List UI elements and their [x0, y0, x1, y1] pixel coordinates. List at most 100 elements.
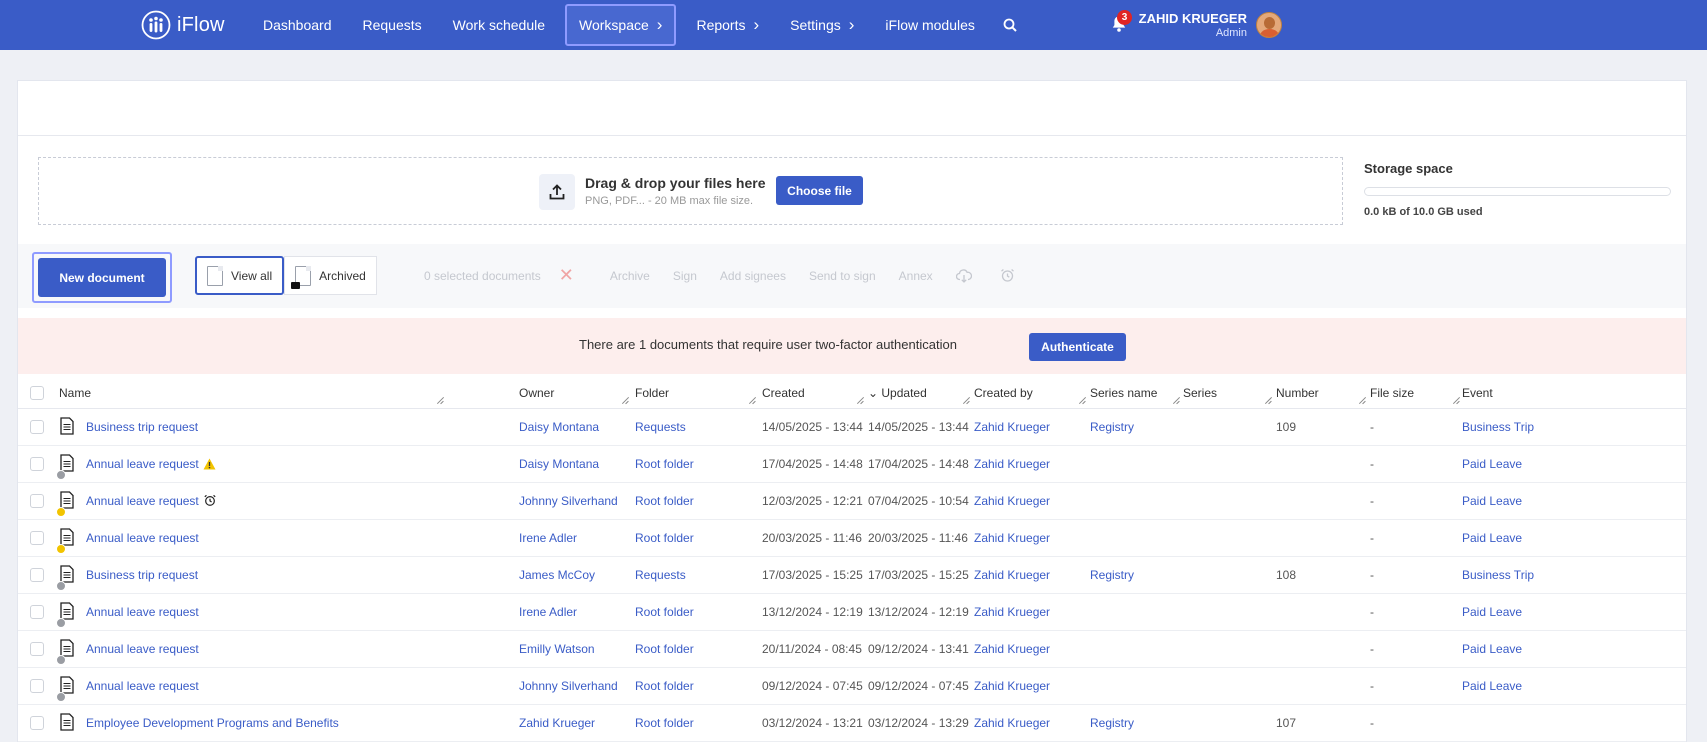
cell-folder[interactable]: Root folder: [635, 457, 694, 471]
row-checkbox[interactable]: [30, 605, 44, 619]
clear-selection-icon[interactable]: ✕: [559, 265, 574, 286]
cell-name[interactable]: Annual leave request: [86, 457, 216, 473]
cell-created-by[interactable]: Zahid Krueger: [974, 457, 1050, 471]
sign-action[interactable]: Sign: [673, 269, 697, 283]
cell-created-by[interactable]: Zahid Krueger: [974, 568, 1050, 582]
table-row[interactable]: Business trip request Daisy Montana Reques…: [18, 409, 1686, 446]
cell-created-by[interactable]: Zahid Krueger: [974, 716, 1050, 730]
cell-folder[interactable]: Requests: [635, 420, 686, 434]
cell-name[interactable]: Annual leave request: [86, 494, 217, 510]
table-row[interactable]: Annual leave request Irene Adler Root fold…: [18, 594, 1686, 631]
alarm-clock-icon[interactable]: [1000, 268, 1015, 283]
column-header-number[interactable]: Number: [1276, 386, 1319, 400]
column-resize-handle[interactable]: [962, 397, 970, 405]
cell-owner[interactable]: Zahid Krueger: [519, 716, 595, 730]
row-checkbox[interactable]: [30, 420, 44, 434]
nav-item-reports[interactable]: Reports ›: [685, 4, 770, 46]
cell-owner[interactable]: Johnny Silverhand: [519, 494, 618, 508]
cell-series-name[interactable]: Registry: [1090, 420, 1134, 434]
table-row[interactable]: Annual leave request Johnny Silverhand Roo…: [18, 483, 1686, 520]
cell-created-by[interactable]: Zahid Krueger: [974, 605, 1050, 619]
cell-owner[interactable]: Daisy Montana: [519, 457, 599, 471]
cell-owner[interactable]: Johnny Silverhand: [519, 679, 618, 693]
select-all-checkbox[interactable]: [30, 386, 44, 400]
cell-owner[interactable]: Emilly Watson: [519, 642, 595, 656]
cell-event[interactable]: Paid Leave: [1462, 679, 1522, 693]
cell-created-by[interactable]: Zahid Krueger: [974, 494, 1050, 508]
cell-folder[interactable]: Root folder: [635, 716, 694, 730]
cell-created-by[interactable]: Zahid Krueger: [974, 679, 1050, 693]
cell-event[interactable]: Business Trip: [1462, 568, 1534, 582]
cell-folder[interactable]: Root folder: [635, 642, 694, 656]
authenticate-button[interactable]: Authenticate: [1029, 333, 1126, 361]
nav-item-work-schedule[interactable]: Work schedule: [442, 4, 556, 46]
cell-event[interactable]: Paid Leave: [1462, 457, 1522, 471]
cell-folder[interactable]: Root folder: [635, 605, 694, 619]
row-checkbox[interactable]: [30, 531, 44, 545]
column-header-owner[interactable]: Owner: [519, 386, 554, 400]
cell-series-name[interactable]: Registry: [1090, 568, 1134, 582]
cell-name[interactable]: Annual leave request: [86, 642, 199, 656]
row-checkbox[interactable]: [30, 679, 44, 693]
send-to-sign-action[interactable]: Send to sign: [809, 269, 876, 283]
row-checkbox[interactable]: [30, 457, 44, 471]
row-checkbox[interactable]: [30, 642, 44, 656]
cell-owner[interactable]: James McCoy: [519, 568, 595, 582]
cell-name[interactable]: Annual leave request: [86, 531, 199, 545]
column-resize-handle[interactable]: [1172, 397, 1180, 405]
nav-item-iflow-modules[interactable]: iFlow modules: [874, 4, 985, 46]
annex-action[interactable]: Annex: [899, 269, 933, 283]
app-logo[interactable]: iFlow: [141, 9, 225, 41]
column-resize-handle[interactable]: [1264, 397, 1272, 405]
column-header-created-by[interactable]: Created by: [974, 386, 1033, 400]
avatar[interactable]: [1256, 12, 1282, 38]
new-document-button[interactable]: New document: [38, 258, 166, 297]
search-icon[interactable]: [999, 14, 1021, 36]
column-resize-handle[interactable]: [748, 397, 756, 405]
column-header-folder[interactable]: Folder: [635, 386, 669, 400]
cell-folder[interactable]: Root folder: [635, 494, 694, 508]
nav-item-dashboard[interactable]: Dashboard: [252, 4, 343, 46]
column-header-series[interactable]: Series: [1183, 386, 1217, 400]
cell-name[interactable]: Business trip request: [86, 568, 198, 582]
row-checkbox[interactable]: [30, 494, 44, 508]
cell-series-name[interactable]: Registry: [1090, 716, 1134, 730]
table-row[interactable]: Annual leave request Emilly Watson Root fo…: [18, 631, 1686, 668]
archive-action[interactable]: Archive: [610, 269, 650, 283]
column-resize-handle[interactable]: [436, 397, 444, 405]
table-row[interactable]: Business trip request James McCoy Requests…: [18, 557, 1686, 594]
nav-item-workspace[interactable]: Workspace ›: [565, 4, 677, 46]
file-dropzone[interactable]: Drag & drop your files here PNG, PDF... …: [38, 157, 1343, 225]
column-resize-handle[interactable]: [856, 397, 864, 405]
column-resize-handle[interactable]: [621, 397, 629, 405]
cell-event[interactable]: Paid Leave: [1462, 605, 1522, 619]
nav-item-requests[interactable]: Requests: [352, 4, 433, 46]
column-header-event[interactable]: Event: [1462, 386, 1493, 400]
cell-created-by[interactable]: Zahid Krueger: [974, 642, 1050, 656]
add-signees-action[interactable]: Add signees: [720, 269, 786, 283]
table-row[interactable]: Annual leave request Daisy Montana Root fo…: [18, 446, 1686, 483]
cell-created-by[interactable]: Zahid Krueger: [974, 531, 1050, 545]
row-checkbox[interactable]: [30, 568, 44, 582]
cell-created-by[interactable]: Zahid Krueger: [974, 420, 1050, 434]
column-header-name[interactable]: Name: [59, 386, 91, 400]
column-header-file-size[interactable]: File size: [1370, 386, 1414, 400]
choose-file-button[interactable]: Choose file: [776, 176, 863, 205]
user-menu[interactable]: ZAHID KRUEGER Admin: [1139, 11, 1247, 40]
cell-folder[interactable]: Requests: [635, 568, 686, 582]
table-row[interactable]: Annual leave request Irene Adler Root fold…: [18, 520, 1686, 557]
tab-view-all[interactable]: View all: [195, 256, 285, 295]
table-row[interactable]: Annual leave request Johnny Silverhand Roo…: [18, 668, 1686, 705]
cell-owner[interactable]: Irene Adler: [519, 531, 577, 545]
table-row[interactable]: Employee Development Programs and Benefi…: [18, 705, 1686, 742]
column-header-updated[interactable]: ⌄ Updated: [868, 386, 927, 400]
cell-name[interactable]: Annual leave request: [86, 679, 199, 693]
cell-name[interactable]: Business trip request: [86, 420, 198, 434]
column-header-created[interactable]: Created: [762, 386, 805, 400]
cell-event[interactable]: Paid Leave: [1462, 642, 1522, 656]
cell-folder[interactable]: Root folder: [635, 531, 694, 545]
cell-name[interactable]: Employee Development Programs and Benefi…: [86, 716, 339, 730]
column-header-series-name[interactable]: Series name: [1090, 386, 1157, 400]
cell-event[interactable]: Paid Leave: [1462, 531, 1522, 545]
cell-owner[interactable]: Irene Adler: [519, 605, 577, 619]
